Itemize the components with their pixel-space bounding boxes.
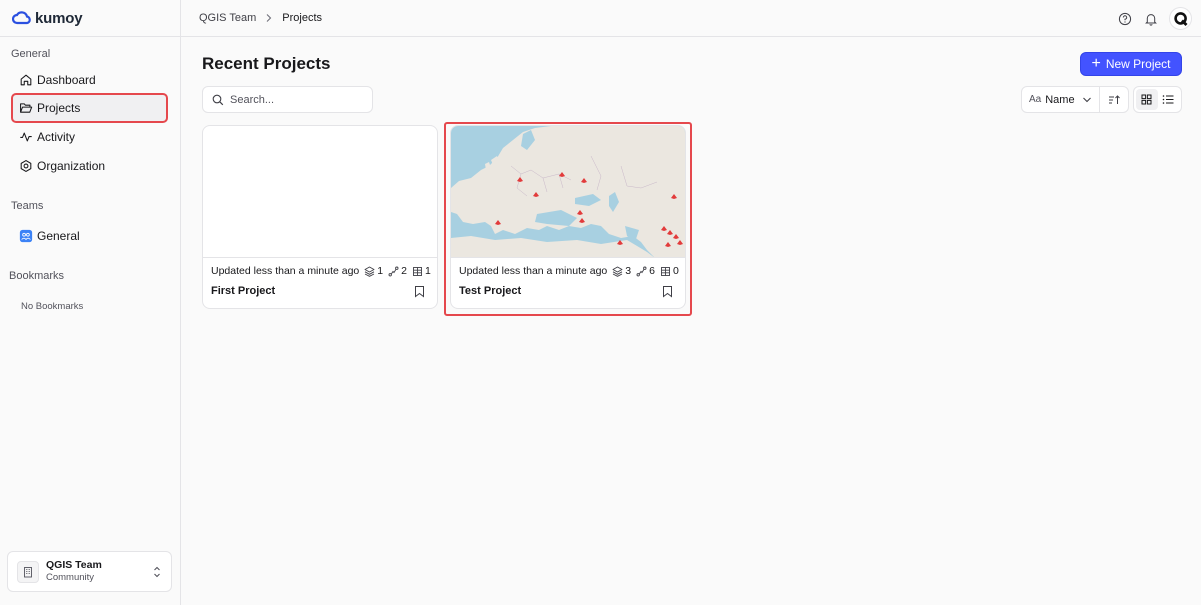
tables-stat: 1: [412, 265, 431, 277]
q-logo-icon: [1173, 11, 1187, 26]
plus-icon: +: [1091, 55, 1101, 72]
sidebar: kumoy General Dashboard Projects Activit…: [0, 0, 181, 605]
tables-count: 1: [424, 265, 431, 277]
breadcrumb-team[interactable]: QGIS Team: [199, 12, 256, 24]
tables-stat: 0: [660, 265, 679, 277]
new-project-button[interactable]: + New Project: [1080, 52, 1182, 76]
top-actions: [1117, 7, 1192, 30]
project-meta: Updated less than a minute ago 3 6 0: [459, 265, 679, 277]
maps-stat: 2: [388, 265, 407, 277]
bell-icon[interactable]: [1143, 11, 1159, 27]
no-bookmarks-text: No Bookmarks: [21, 301, 84, 312]
activity-icon: [20, 132, 32, 142]
sidebar-item-dashboard[interactable]: Dashboard: [11, 66, 168, 94]
sort-field-value: Name: [1045, 93, 1075, 106]
layers-stat: 1: [364, 265, 383, 277]
section-label-general: General: [11, 48, 51, 60]
project-name: Test Project: [459, 285, 522, 297]
breadcrumb-projects[interactable]: Projects: [282, 12, 322, 24]
project-card-first[interactable]: Updated less than a minute ago 1 2 1 Fir…: [202, 125, 438, 309]
table-icon: [661, 266, 670, 276]
sort-group: Aa Name: [1021, 86, 1129, 113]
team-name: QGIS Team: [46, 559, 102, 571]
sidebar-item-activity[interactable]: Activity: [11, 123, 168, 151]
search-box[interactable]: [202, 86, 373, 113]
route-icon: [636, 266, 647, 276]
project-card-test[interactable]: Updated less than a minute ago 3 6 0 Tes…: [450, 125, 686, 309]
view-toggle: [1133, 86, 1182, 113]
europe-map-thumbnail: [451, 126, 685, 257]
project-thumbnail-map: [451, 126, 685, 258]
chevron-right-icon: [266, 14, 272, 22]
bookmark-icon[interactable]: [414, 285, 425, 298]
sort-ascending-icon: [1108, 94, 1120, 104]
layers-icon: [612, 266, 623, 277]
sidebar-item-label: Dashboard: [37, 73, 96, 87]
project-updated: Updated less than a minute ago: [459, 265, 608, 277]
logo[interactable]: kumoy: [0, 0, 180, 37]
help-icon[interactable]: [1117, 11, 1133, 27]
cloud-logo-icon: [12, 11, 31, 25]
table-icon: [413, 266, 422, 276]
project-thumbnail: [203, 126, 437, 258]
breadcrumb: QGIS Team Projects: [181, 12, 322, 24]
team-icon: [19, 229, 33, 243]
user-avatar[interactable]: [1169, 7, 1192, 30]
sidebar-item-label: Projects: [37, 101, 81, 115]
project-meta: Updated less than a minute ago 1 2 1: [211, 265, 431, 277]
home-icon: [20, 74, 32, 86]
chevrons-up-down-icon: [154, 566, 160, 578]
new-project-label: New Project: [1105, 57, 1171, 71]
section-label-teams: Teams: [11, 200, 44, 212]
grid-view-button[interactable]: [1136, 89, 1158, 110]
tables-count: 0: [672, 265, 679, 277]
sort-direction-button[interactable]: [1100, 94, 1128, 106]
maps-count: 2: [401, 265, 407, 277]
team-plan: Community: [46, 572, 95, 583]
brand-name: kumoy: [35, 9, 83, 27]
search-icon: [212, 94, 224, 105]
layers-stat: 3: [612, 265, 631, 277]
sort-field-prefix: Aa: [1029, 94, 1042, 105]
page-title: Recent Projects: [202, 54, 331, 73]
list-view-button[interactable]: [1158, 89, 1180, 110]
sidebar-item-label: General: [37, 229, 80, 243]
organization-icon: [20, 160, 32, 172]
layers-count: 3: [625, 265, 632, 277]
maps-count: 6: [649, 265, 655, 277]
sidebar-item-label: Activity: [37, 130, 76, 144]
sidebar-item-label: Organization: [37, 159, 106, 173]
topbar: QGIS Team Projects: [181, 0, 1201, 37]
project-name: First Project: [211, 285, 276, 297]
building-icon: [17, 560, 39, 583]
chevron-down-icon: [1082, 97, 1091, 102]
route-icon: [388, 266, 399, 276]
maps-stat: 6: [636, 265, 655, 277]
project-updated: Updated less than a minute ago: [211, 265, 360, 277]
sidebar-item-team-general[interactable]: General: [11, 222, 168, 250]
sidebar-item-projects[interactable]: Projects: [11, 93, 168, 123]
layers-icon: [364, 266, 375, 277]
bookmark-icon[interactable]: [662, 285, 673, 298]
folder-open-icon: [20, 103, 33, 113]
search-input[interactable]: [230, 93, 360, 106]
grid-icon: [1141, 94, 1152, 105]
layers-count: 1: [377, 265, 384, 277]
sidebar-item-organization[interactable]: Organization: [11, 152, 168, 180]
list-icon: [1162, 95, 1174, 104]
sort-select[interactable]: Aa Name: [1022, 87, 1100, 112]
team-switcher[interactable]: QGIS Team Community: [7, 551, 172, 592]
section-label-bookmarks: Bookmarks: [9, 270, 65, 282]
